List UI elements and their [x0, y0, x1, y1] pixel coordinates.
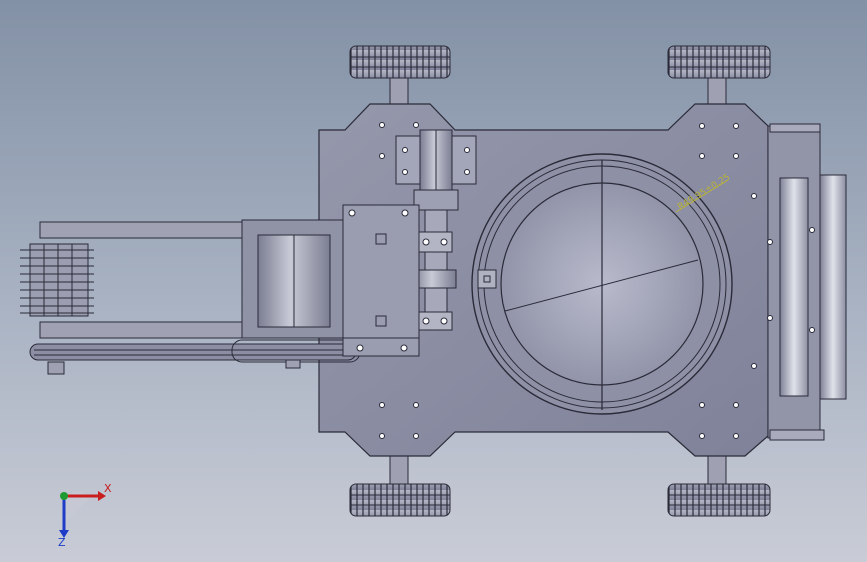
coordinate-triad: X Z: [58, 482, 112, 548]
wheel-rear-right: [667, 483, 771, 517]
wheel-front-left: [349, 45, 451, 79]
y-axis-origin: [60, 492, 68, 500]
front-roller-2: [819, 174, 847, 400]
x-axis-label: X: [104, 482, 112, 495]
cad-model-viewport[interactable]: R49.95±0.25: [0, 0, 867, 562]
brush-head: [20, 243, 94, 317]
z-axis-label: Z: [58, 536, 66, 548]
motor-mount-plate: [342, 204, 420, 356]
front-roller: [779, 177, 809, 397]
wheel-front-right: [667, 45, 771, 79]
wheel-rear-left: [349, 483, 451, 517]
motor: [241, 219, 344, 339]
